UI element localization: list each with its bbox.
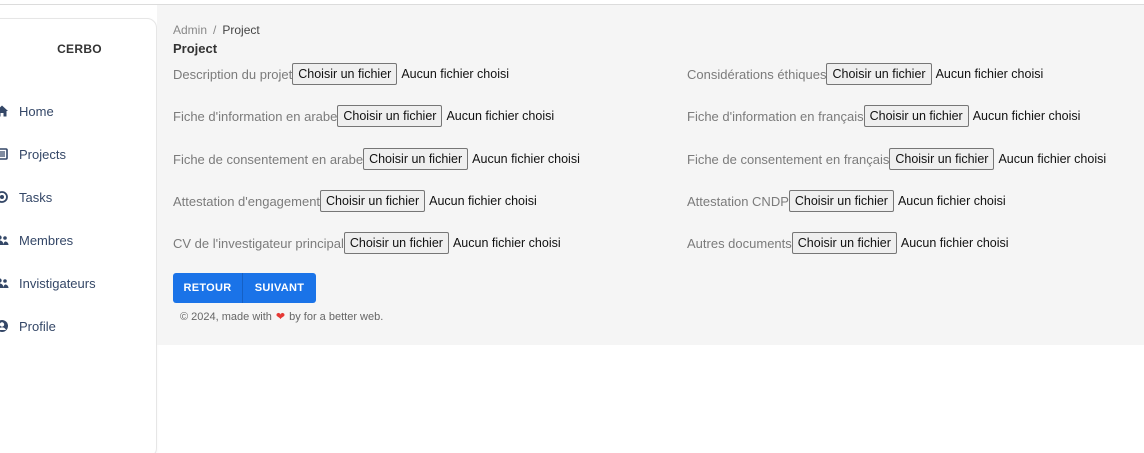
main-content: Admin / Project Project Description du p… [157,5,1144,345]
choose-file-button[interactable]: Choisir un fichier [320,190,426,212]
choose-file-button[interactable]: Choisir un fichier [363,148,469,170]
sidebar-item-label: Home [19,103,54,119]
breadcrumb-separator: / [213,23,217,37]
file-status: Aucun fichier choisi [972,109,1081,123]
choose-file-button[interactable]: Choisir un fichier [292,63,398,85]
sidebar: CERBO Home Projects Tasks Membres Invist… [0,18,157,453]
breadcrumb-current: Project [222,23,260,37]
field-label: Considérations éthiques [687,66,827,82]
choose-file-button[interactable]: Choisir un fichier [788,190,894,212]
field-attestation-cndp: Attestation CNDP Choisir un fichier Aucu… [687,190,1006,212]
field-label: Fiche de consentement en arabe [173,151,364,167]
file-status: Aucun fichier choisi [452,236,561,250]
sidebar-item-invistigateurs[interactable]: Invistigateurs [0,270,96,296]
page-title: Project [173,41,218,56]
field-label: Attestation d'engagement [173,193,321,209]
field-fiche-information-arabe: Fiche d'information en arabe Choisir un … [173,105,554,127]
file-status: Aucun fichier choisi [998,152,1107,166]
sidebar-item-label: Invistigateurs [19,275,96,291]
file-status: Aucun fichier choisi [900,236,1009,250]
list-icon [0,147,9,161]
sidebar-item-label: Profile [19,318,56,334]
sidebar-item-projects[interactable]: Projects [0,141,66,167]
field-label: Autres documents [687,235,792,251]
form-actions: RETOUR SUIVANT [173,273,316,303]
file-status: Aucun fichier choisi [472,152,580,166]
field-considerations-ethiques: Considérations éthiques Choisir un fichi… [687,63,1043,85]
breadcrumb: Admin / Project [173,23,260,37]
choose-file-button[interactable]: Choisir un fichier [337,105,443,127]
choose-file-button[interactable]: Choisir un fichier [791,232,897,254]
tasks-icon [0,190,9,204]
choose-file-button[interactable]: Choisir un fichier [343,232,449,254]
file-status: Aucun fichier choisi [446,109,555,123]
next-button[interactable]: SUIVANT [243,273,316,303]
field-cv-investigateur: CV de l'investigateur principal Choisir … [173,232,561,254]
field-label: Fiche de consentement en français [687,151,890,167]
footer-suffix: by for a better web. [289,310,384,323]
choose-file-button[interactable]: Choisir un fichier [826,63,932,85]
field-label: CV de l'investigateur principal [173,235,344,251]
field-attestation-engagement: Attestation d'engagement Choisir un fich… [173,190,537,212]
field-label: Fiche d'information en arabe [173,108,338,124]
sidebar-item-tasks[interactable]: Tasks [0,184,52,210]
profile-icon [0,319,9,333]
field-description-projet: Description du projet Choisir un fichier… [173,63,509,85]
sidebar-item-label: Tasks [19,189,53,205]
choose-file-button[interactable]: Choisir un fichier [863,105,969,127]
home-icon [0,104,9,118]
sidebar-item-label: Projects [19,146,66,162]
file-status: Aucun fichier choisi [935,67,1044,81]
choose-file-button[interactable]: Choisir un fichier [889,148,995,170]
file-status: Aucun fichier choisi [897,194,1006,208]
field-label: Description du projet [173,66,293,82]
file-status: Aucun fichier choisi [401,67,510,81]
sidebar-item-membres[interactable]: Membres [0,227,73,253]
sidebar-item-label: Membres [19,232,74,248]
breadcrumb-root[interactable]: Admin [173,23,207,37]
field-label: Fiche d'information en français [687,108,864,124]
members-icon [0,233,9,247]
footer-prefix: © 2024, made with [180,310,272,323]
sidebar-item-home[interactable]: Home [0,98,54,124]
field-fiche-consentement-francais: Fiche de consentement en français Choisi… [687,148,1106,170]
brand-logo[interactable]: CERBO [1,42,158,56]
heart-icon: ❤ [275,311,286,323]
field-label: Attestation CNDP [687,193,789,209]
file-status: Aucun fichier choisi [429,194,537,208]
field-fiche-consentement-arabe: Fiche de consentement en arabe Choisir u… [173,148,580,170]
field-autres-documents: Autres documents Choisir un fichier Aucu… [687,232,1009,254]
field-fiche-information-francais: Fiche d'information en français Choisir … [687,105,1080,127]
footer: © 2024, made with ❤ by for a better web. [180,310,384,324]
sidebar-item-profile[interactable]: Profile [0,313,56,339]
back-button[interactable]: RETOUR [173,273,243,303]
investigators-icon [0,276,9,290]
